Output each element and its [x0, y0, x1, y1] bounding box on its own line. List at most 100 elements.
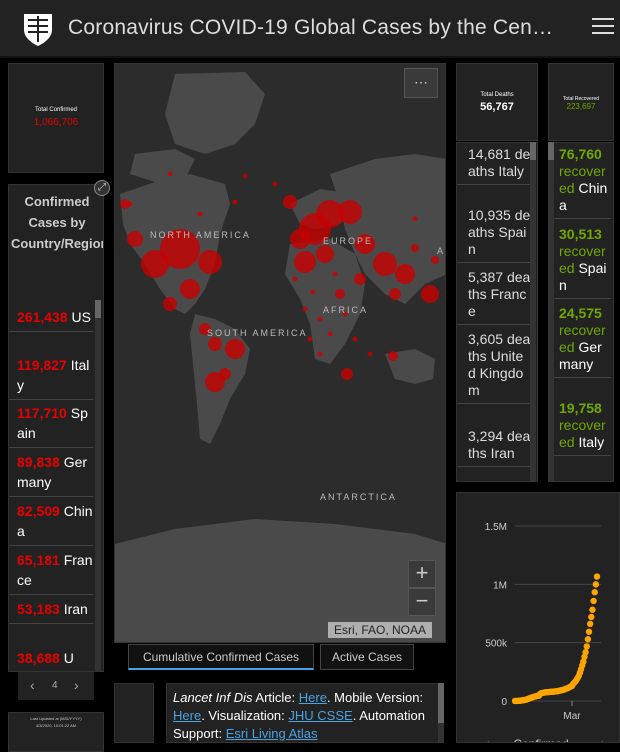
map-label-europe: EUROPE — [323, 236, 374, 246]
chart-point[interactable] — [582, 649, 589, 656]
chart-point[interactable] — [591, 588, 598, 596]
confirmed-count: 38,688 — [17, 650, 60, 666]
info-scroll-thumb[interactable] — [438, 683, 444, 723]
confirmed-count: 261,438 — [17, 309, 68, 325]
pager-next-button[interactable]: › — [74, 677, 79, 693]
total-confirmed-value: 1,066,706 — [33, 117, 79, 128]
map-label-africa: AFRICA — [323, 305, 369, 315]
recovered-list-item[interactable]: 76,760 recovered China — [549, 143, 611, 219]
recovered-list-item[interactable]: 30,513 recovered Spain — [549, 223, 611, 299]
chart-point[interactable] — [584, 636, 592, 643]
recovered-list-scrollbar[interactable] — [548, 142, 554, 482]
chart-point[interactable] — [585, 628, 593, 635]
deaths-count: 14,681 — [468, 146, 511, 162]
tab-active-cases[interactable]: Active Cases — [320, 644, 414, 670]
jhu-logo-icon — [24, 14, 52, 46]
total-recovered-value: 223,697 — [566, 102, 596, 111]
recovered-count: 76,760 — [559, 146, 602, 162]
world-map[interactable]: NORTH AMERICA SOUTH AMERICA EUROPE AFRIC… — [114, 63, 446, 643]
chart-point[interactable] — [586, 620, 594, 628]
info-panel: Lancet Inf Dis Article: Here. Mobile Ver… — [166, 683, 444, 743]
recovered-list-item[interactable]: 19,758 recovered Italy — [549, 397, 611, 456]
confirmed-list-scroll-thumb[interactable] — [95, 300, 101, 318]
deaths-list: 14,681 deaths Italy 10,935 deaths Spain 5,… — [456, 142, 538, 482]
deaths-count: 5,387 — [468, 269, 504, 285]
confirmed-list-item[interactable]: 117,710 Spain — [9, 399, 93, 448]
deaths-list-item[interactable]: 14,681 deaths Italy — [457, 143, 533, 185]
total-confirmed-panel: Total Confirmed 1,066,706 — [8, 63, 104, 173]
list-pager: ‹ 4 › — [18, 672, 94, 700]
deaths-list-item[interactable]: 5,387 deaths France — [457, 266, 533, 325]
chart-prev-icon[interactable]: ‹ — [485, 735, 490, 743]
app-header: Coronavirus COVID-19 Global Cases by the… — [0, 0, 620, 58]
total-confirmed-label: Total Confirmed — [34, 107, 78, 113]
total-deaths-label: Total Deaths — [480, 92, 514, 98]
expand-icon[interactable]: ⤢ — [94, 180, 110, 196]
confirmed-list-scrollbar[interactable] — [95, 300, 101, 672]
confirmed-chart: 1.5M 1M 500k 0 Mar Confirmed ‹ › — [485, 522, 606, 743]
deaths-count: 3,605 — [468, 331, 504, 347]
chart-point[interactable] — [583, 643, 590, 650]
jhu-csse-link[interactable]: JHU CSSE — [288, 708, 352, 723]
confirmed-list-item[interactable]: 38,688 U — [9, 644, 93, 671]
confirmed-chart-panel: 1.5M 1M 500k 0 Mar Confirmed ‹ › — [456, 492, 620, 743]
last-updated-panel: Last Updated at (M/D/YYYY) 4/3/2020, 10:… — [8, 712, 104, 752]
deaths-count: 3,294 — [468, 428, 504, 444]
chart-point[interactable] — [590, 597, 597, 605]
recovered-count: 24,575 — [559, 305, 602, 321]
confirmed-list-title: Confirmed Cases by Country/Region/Sovere… — [11, 194, 103, 251]
confirmed-list-item[interactable]: 119,827 Italy — [9, 351, 93, 400]
viz-text: . Visualization: — [201, 708, 289, 723]
deaths-list-scrollbar[interactable] — [530, 142, 536, 482]
confirmed-list-item[interactable]: 89,838 Germany — [9, 448, 93, 497]
article-link[interactable]: Here — [299, 690, 327, 705]
world-map-canvas — [115, 64, 445, 642]
deaths-name: Italy — [498, 163, 525, 179]
pager-prev-button[interactable]: ‹ — [30, 677, 35, 693]
chart-point[interactable] — [588, 613, 595, 621]
confirmed-count: 117,710 — [17, 405, 67, 421]
confirmed-list-item[interactable]: 261,438 US — [9, 303, 93, 332]
pager-page: 4 — [52, 680, 58, 691]
recovered-list-scroll-thumb[interactable] — [548, 142, 554, 160]
zoom-in-button[interactable]: + — [408, 560, 436, 588]
map-more-options-button[interactable]: ⋯ — [404, 68, 438, 98]
chart-y-tick-label: 0 — [501, 697, 507, 708]
last-updated-label: Last Updated at (M/D/YYYY) — [30, 716, 82, 721]
chart-tab-confirmed[interactable]: Confirmed — [513, 737, 568, 743]
map-label-asia: A — [437, 246, 446, 256]
chart-point[interactable] — [593, 573, 601, 580]
recovered-count: 19,758 — [559, 400, 602, 416]
deaths-list-item[interactable]: 10,935 deaths Spain — [457, 204, 533, 263]
chart-y-tick-label: 1.5M — [485, 522, 507, 533]
confirmed-list-item[interactable]: 82,509 China — [9, 497, 93, 546]
deaths-count: 10,935 — [468, 207, 511, 223]
deaths-list-scroll-thumb[interactable] — [530, 142, 536, 160]
confirmed-list-item[interactable]: 53,183 Iran — [9, 595, 93, 624]
confirmed-count: 119,827 — [17, 357, 67, 373]
deaths-list-item[interactable]: 3,294 deaths Iran — [457, 425, 533, 467]
article-title: Lancet Inf Dis — [173, 690, 253, 705]
map-label-north-america: NORTH AMERICA — [150, 230, 251, 240]
chart-point[interactable] — [589, 606, 596, 613]
total-recovered-panel: Total Recovered 223,697 — [548, 63, 614, 141]
menu-icon[interactable] — [592, 18, 614, 38]
deaths-name: Iran — [490, 445, 515, 461]
zoom-out-button[interactable]: − — [408, 588, 436, 616]
chart-y-tick-label: 500k — [485, 639, 508, 650]
chart-point[interactable] — [592, 581, 600, 588]
last-updated-value: 4/3/2020, 10:01:22 AM — [35, 723, 77, 728]
chart-y-tick-label: 1M — [493, 580, 507, 591]
mobile-link[interactable]: Here — [173, 708, 201, 723]
tab-cumulative-confirmed[interactable]: Cumulative Confirmed Cases — [128, 644, 314, 670]
esri-living-atlas-link[interactable]: Esri Living Atlas — [226, 726, 318, 741]
country-name: U — [63, 650, 74, 666]
confirmed-list-item[interactable]: 65,181 France — [9, 546, 93, 595]
recovered-list-item[interactable]: 24,575 recovered Germany — [549, 302, 611, 378]
confirmed-count: 65,181 — [17, 552, 60, 568]
deaths-list-item[interactable]: 3,605 deaths United Kingdom — [457, 328, 533, 404]
chart-x-tick-label: Mar — [563, 711, 581, 722]
blank-panel — [114, 683, 154, 743]
chart-next-icon[interactable]: › — [601, 735, 606, 743]
article-prefix: Article: — [252, 690, 299, 705]
